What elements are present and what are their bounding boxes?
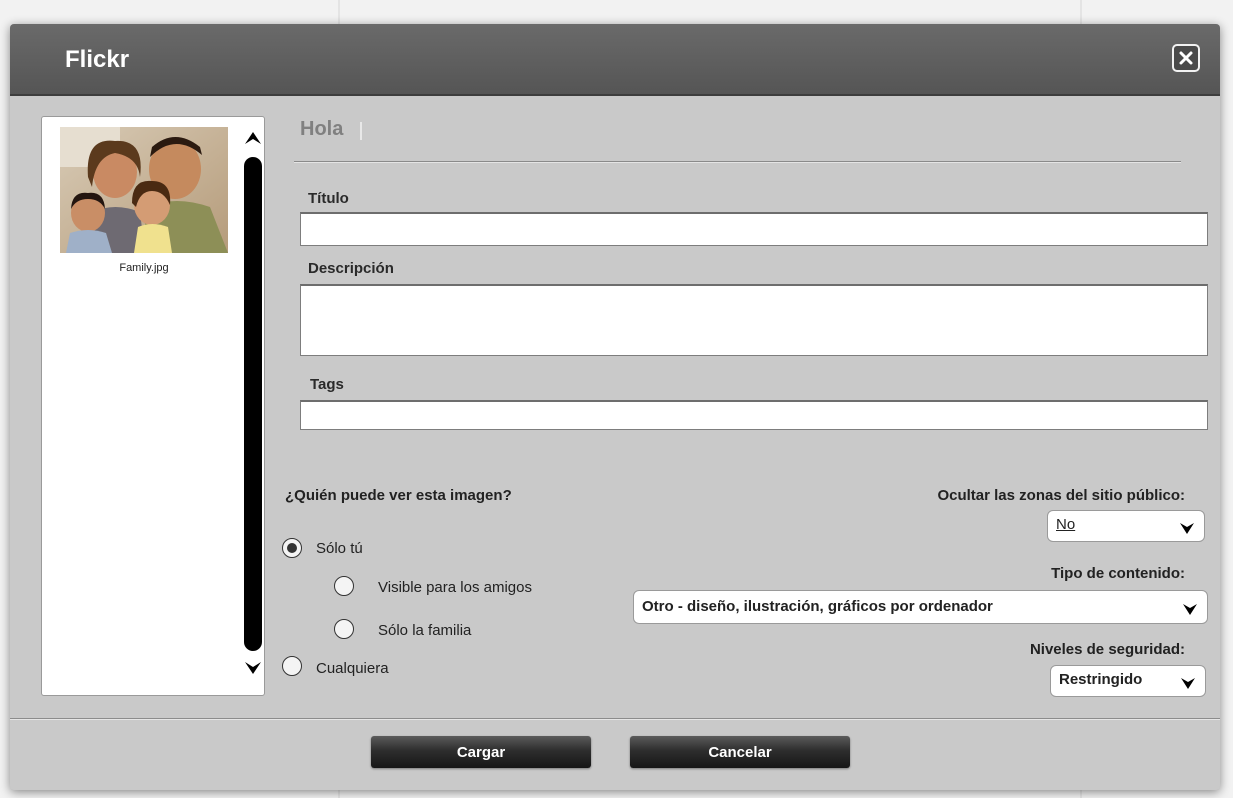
hide-public-select[interactable]: No — [1047, 510, 1205, 542]
chevron-down-icon — [1183, 604, 1197, 615]
dialog-title: Flickr — [65, 46, 130, 73]
tags-input[interactable] — [300, 400, 1208, 430]
radio-friends-label: Visible para los amigos — [378, 579, 532, 596]
tags-label: Tags — [310, 376, 344, 393]
family-photo-image — [60, 127, 228, 253]
hide-public-label: Ocultar las zonas del sitio público: — [937, 487, 1185, 504]
photo-list-panel: Family.jpg — [41, 116, 265, 696]
cancel-button[interactable]: Cancelar — [630, 736, 850, 768]
description-textarea[interactable] — [300, 284, 1208, 356]
upload-button[interactable]: Cargar — [371, 736, 591, 768]
photo-thumbnail[interactable] — [60, 127, 228, 253]
description-label: Descripción — [308, 260, 394, 277]
photo-file-name: Family.jpg — [119, 262, 169, 274]
radio-only-you[interactable] — [282, 538, 302, 558]
flickr-upload-dialog: Flickr Family.jpg Hola Título Descripció… — [10, 24, 1220, 790]
radio-anyone[interactable] — [282, 656, 302, 676]
content-type-label: Tipo de contenido: — [1051, 565, 1185, 582]
radio-anyone-label: Cualquiera — [316, 660, 389, 677]
visibility-question: ¿Quién puede ver esta imagen? — [285, 487, 512, 504]
radio-family-label: Sólo la familia — [378, 622, 472, 639]
radio-family[interactable] — [334, 619, 354, 639]
safety-level-select[interactable]: Restringido — [1050, 665, 1206, 697]
title-input[interactable] — [300, 212, 1208, 246]
radio-friends[interactable] — [334, 576, 354, 596]
scrollbar-track[interactable] — [244, 157, 262, 651]
scroll-down-icon[interactable] — [242, 657, 264, 679]
safety-level-label: Niveles de seguridad: — [1029, 641, 1185, 658]
header-divider — [294, 161, 1181, 163]
close-icon — [1179, 51, 1193, 65]
scroll-up-icon[interactable] — [242, 127, 264, 149]
radio-only-you-label: Sólo tú — [316, 540, 363, 557]
content-type-select[interactable]: Otro - diseño, ilustración, gráficos por… — [633, 590, 1208, 624]
footer-divider — [10, 718, 1220, 720]
greeting-text: Hola — [300, 118, 344, 140]
hide-public-value: No — [1056, 516, 1076, 533]
chevron-down-icon — [1180, 523, 1194, 534]
chevron-down-icon — [1181, 678, 1195, 689]
title-label: Título — [308, 190, 349, 207]
dialog-titlebar: Flickr — [10, 24, 1220, 96]
close-button[interactable] — [1172, 44, 1200, 72]
content-type-value: Otro - diseño, ilustración, gráficos por… — [642, 598, 993, 615]
safety-level-value: Restringido — [1059, 671, 1143, 688]
greeting-username-placeholder — [360, 122, 362, 140]
